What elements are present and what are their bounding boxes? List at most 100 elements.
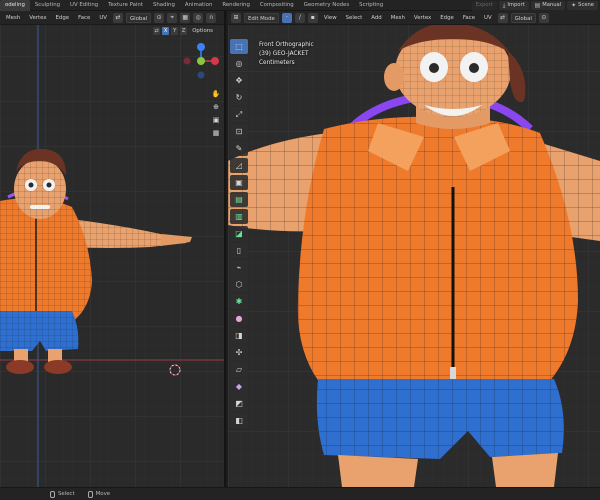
menu-mesh[interactable]: Mesh — [3, 13, 23, 23]
rip-edge-icon[interactable]: ◩ — [230, 396, 248, 411]
falloff-icon[interactable]: ∩ — [206, 12, 217, 23]
manual-button[interactable]: ▤ Manual — [530, 1, 566, 10]
menu-mesh-right[interactable]: Mesh — [388, 13, 408, 23]
loop-cut-icon[interactable]: ▯ — [230, 243, 248, 258]
rip-region-icon[interactable]: ◆ — [230, 379, 248, 394]
tab-modeling[interactable]: odeling — [0, 0, 30, 11]
cursor-icon[interactable]: ◎ — [230, 56, 248, 71]
knife-icon[interactable]: ⌁ — [230, 260, 248, 275]
viewport-info-overlay: Front Orthographic (39) GEO-JACKET Centi… — [259, 41, 314, 68]
zoom-icon[interactable]: ⊕ — [211, 102, 221, 112]
tab-sculpting[interactable]: Sculpting — [30, 0, 65, 11]
menu-face[interactable]: Face — [75, 13, 93, 23]
mode-dropdown[interactable]: Edit Mode — [244, 12, 279, 23]
bevel-icon[interactable]: ◪ — [230, 226, 248, 241]
edge-select-icon[interactable]: ∕ — [294, 12, 305, 23]
manual-label: Manual — [542, 2, 562, 8]
tab-compositing[interactable]: Compositing — [255, 0, 299, 11]
gizmo-z-icon — [197, 43, 205, 51]
transform-orientation-dropdown[interactable]: Global — [125, 12, 152, 23]
gizmo-x-icon — [211, 57, 219, 65]
measure-icon[interactable]: ◿ — [230, 158, 248, 173]
camera-icon[interactable]: ▣ — [211, 115, 221, 125]
mouse-middle-icon — [87, 490, 93, 498]
menu-face-right[interactable]: Face — [460, 13, 478, 23]
right-viewport-header: ⊞ Edit Mode · ∕ ▪ View Select Add Mesh V… — [228, 11, 600, 25]
editor-type-icon[interactable]: ⊞ — [231, 12, 241, 23]
import-icon: ⤓ — [502, 2, 506, 9]
snap-icon[interactable]: ⌖ — [167, 12, 178, 23]
tab-texture-paint[interactable]: Texture Paint — [103, 0, 148, 11]
tab-scripting[interactable]: Scripting — [354, 0, 388, 11]
menu-vertex-right[interactable]: Vertex — [411, 13, 434, 23]
import-button[interactable]: ⤓ Import — [498, 1, 529, 10]
transform-orientation-icon[interactable]: ⇄ — [112, 12, 123, 23]
smooth-icon[interactable]: ● — [230, 311, 248, 326]
proportional-edit-icon[interactable]: ◎ — [193, 12, 204, 23]
zipper-pull — [450, 367, 456, 379]
pan-hand-icon[interactable]: ✋ — [211, 89, 221, 99]
right-viewport-canvas — [228, 11, 600, 487]
topbar-right: Export ⤓ Import ▤ Manual ✦ Scene — [471, 0, 600, 11]
shrink-fatten-icon[interactable]: ✣ — [230, 345, 248, 360]
menu-select[interactable]: Select — [343, 13, 366, 23]
ortho-grid-icon[interactable]: ▦ — [211, 128, 221, 138]
scene-icon: ✦ — [571, 2, 577, 9]
annotate-icon[interactable]: ✎ — [230, 141, 248, 156]
move-icon[interactable]: ✥ — [230, 73, 248, 88]
extrude-region-icon[interactable]: ▤ — [230, 192, 248, 207]
status-bar: Select Move — [0, 487, 600, 500]
snap-target-icon[interactable]: ▦ — [180, 12, 191, 23]
menu-add[interactable]: Add — [368, 13, 384, 23]
menu-view[interactable]: View — [321, 13, 340, 23]
transform-orientation-dropdown-right[interactable]: Global — [510, 12, 536, 23]
menu-uv[interactable]: UV — [96, 13, 110, 23]
tab-geometry-nodes[interactable]: Geometry Nodes — [299, 0, 354, 11]
navigation-gizmo[interactable] — [181, 41, 221, 81]
shear-icon[interactable]: ▱ — [230, 362, 248, 377]
right-viewport[interactable]: ⊞ Edit Mode · ∕ ▪ View Select Add Mesh V… — [228, 11, 600, 487]
tool-shelf: ⬚ ◎ ✥ ↻ ⤢ ⊡ ✎ ◿ ▣ ▤ ▥ ◪ ▯ ⌁ ⬡ ✱ ● ◨ ✣ ▱ … — [230, 39, 248, 428]
pivot-icon-right[interactable]: ⊙ — [538, 12, 549, 23]
status-move-label: Move — [95, 491, 111, 497]
mirror-x-toggle[interactable]: X — [162, 27, 170, 35]
vertex-select-icon[interactable]: · — [281, 12, 292, 23]
status-select-label: Select — [58, 491, 75, 497]
spin-icon[interactable]: ✱ — [230, 294, 248, 309]
units-label: Centimeters — [259, 60, 295, 66]
rotate-icon[interactable]: ↻ — [230, 90, 248, 105]
options-dropdown[interactable]: Options — [189, 27, 216, 35]
tab-animation[interactable]: Animation — [180, 0, 217, 11]
scene-selector[interactable]: ✦ Scene — [567, 1, 598, 10]
tab-uv-editing[interactable]: UV Editing — [65, 0, 103, 11]
export-button[interactable]: Export — [471, 1, 497, 10]
poly-build-icon[interactable]: ⬡ — [230, 277, 248, 292]
menu-edge-right[interactable]: Edge — [437, 13, 457, 23]
left-viewport-subheader: ⇄ X Y Z Options — [0, 25, 224, 37]
scale-icon[interactable]: ⤢ — [230, 107, 248, 122]
tab-shading[interactable]: Shading — [148, 0, 180, 11]
add-cube-icon[interactable]: ▣ — [230, 175, 248, 190]
pivot-icon[interactable]: ⊙ — [154, 12, 165, 23]
gizmo-y-icon — [197, 57, 205, 65]
menu-uv-right[interactable]: UV — [481, 13, 495, 23]
sculpt-mask-icon[interactable]: ◧ — [230, 413, 248, 428]
face-select-icon[interactable]: ▪ — [307, 12, 318, 23]
menu-edge[interactable]: Edge — [53, 13, 73, 23]
scene-label: Scene — [578, 2, 594, 8]
mirror-toggle[interactable]: ⇄ — [153, 27, 161, 35]
tab-rendering[interactable]: Rendering — [217, 0, 255, 11]
transform-icon[interactable]: ⊡ — [230, 124, 248, 139]
left-viewport[interactable]: Mesh Vertex Edge Face UV ⇄ Global ⊙ ⌖ ▦ … — [0, 11, 226, 487]
view-name: Front Orthographic — [259, 42, 314, 48]
inset-faces-icon[interactable]: ▥ — [230, 209, 248, 224]
menu-vertex[interactable]: Vertex — [26, 13, 49, 23]
export-label: Export — [475, 2, 493, 8]
transform-orientation-icon-right[interactable]: ⇄ — [497, 12, 508, 23]
object-info: (39) GEO-JACKET — [259, 51, 309, 57]
mirror-y-toggle[interactable]: Y — [171, 27, 179, 35]
mirror-z-toggle[interactable]: Z — [180, 27, 188, 35]
select-box-icon[interactable]: ⬚ — [230, 39, 248, 54]
edge-slide-icon[interactable]: ◨ — [230, 328, 248, 343]
book-icon: ▤ — [534, 2, 541, 9]
